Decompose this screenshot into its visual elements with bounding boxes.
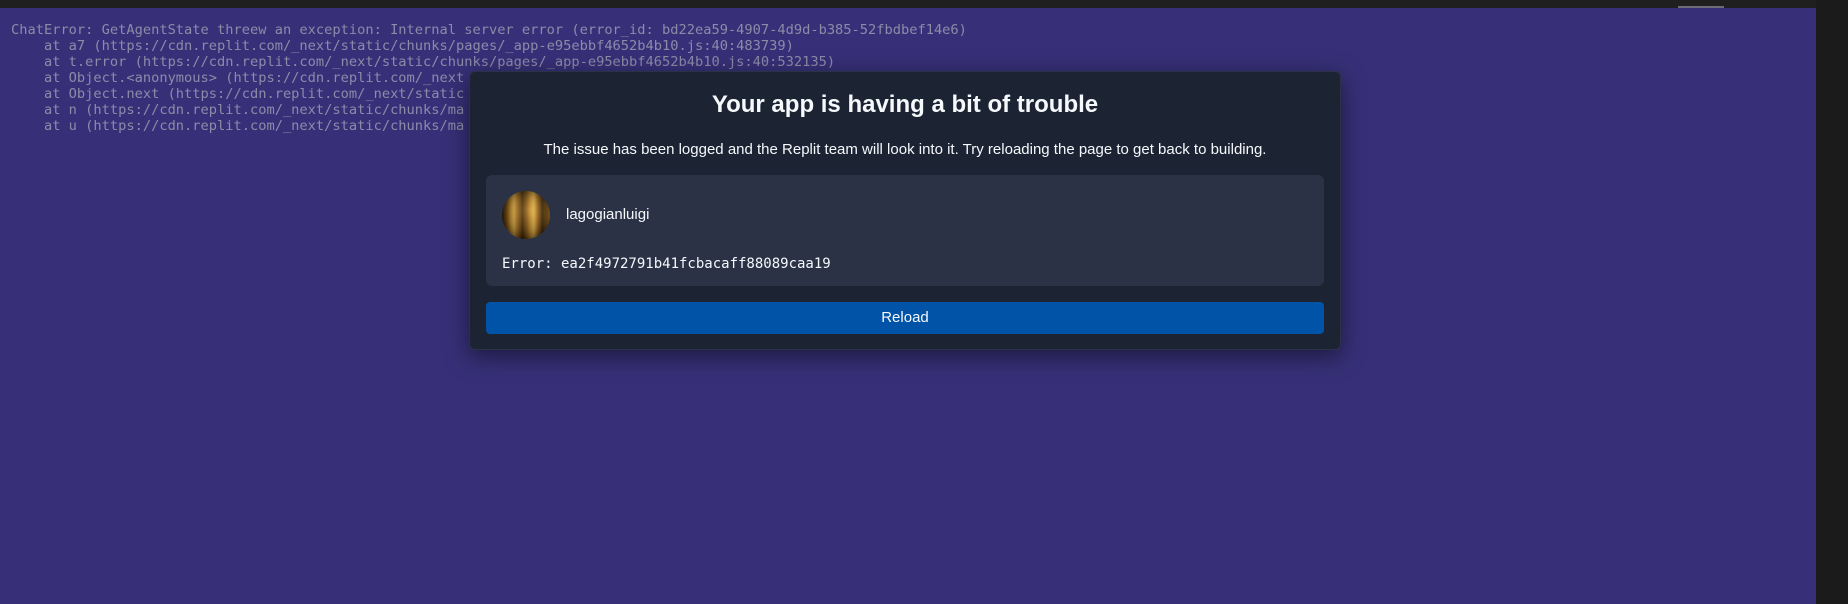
reload-button[interactable]: Reload	[486, 302, 1324, 334]
top-bar-tab-indicator	[1678, 6, 1724, 8]
error-details-card: lagogianluigi Error: ea2f4972791b41fcbac…	[486, 175, 1324, 286]
error-dialog: Your app is having a bit of trouble The …	[469, 71, 1341, 350]
avatar-photo	[502, 191, 550, 239]
error-id-text: Error: ea2f4972791b41fcbacaff88089caa19	[502, 256, 831, 272]
stack-line: at t.error (https://cdn.replit.com/_next…	[11, 54, 836, 70]
username: lagogianluigi	[566, 206, 650, 223]
dialog-message: The issue has been logged and the Replit…	[543, 141, 1267, 158]
dialog-title: Your app is having a bit of trouble	[711, 91, 1099, 118]
user-avatar-icon	[502, 191, 550, 239]
stack-line: ChatError: GetAgentState threew an excep…	[11, 22, 967, 38]
top-bar	[0, 0, 1848, 8]
right-edge-strip	[1816, 0, 1848, 604]
stack-line: at a7 (https://cdn.replit.com/_next/stat…	[11, 38, 794, 54]
